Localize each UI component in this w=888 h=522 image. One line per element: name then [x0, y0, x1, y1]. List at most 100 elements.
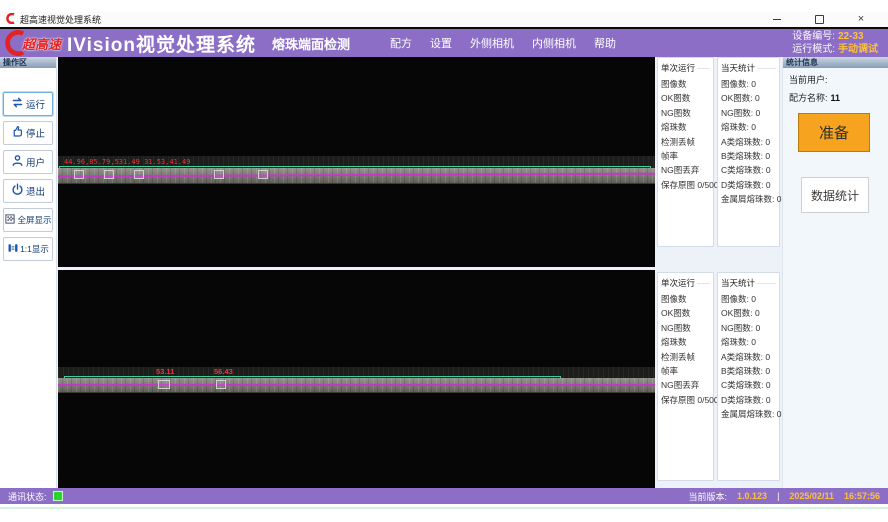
- detection-box: [214, 170, 224, 179]
- edge-trace-line: [58, 384, 655, 386]
- stat-row: OK图数: 0: [721, 306, 776, 320]
- stat-row: B类熔珠数: 0: [721, 364, 776, 378]
- stat-row: D类熔珠数: 0: [721, 393, 776, 407]
- user-icon: [11, 154, 24, 170]
- close-button[interactable]: ×: [854, 14, 868, 26]
- stat-row: NG图丢弃: [661, 163, 710, 177]
- menu-item[interactable]: 内侧相机: [532, 35, 576, 51]
- stat-row: 金属屑熔珠数: 0: [721, 407, 776, 421]
- menu-item[interactable]: 帮助: [594, 35, 616, 51]
- stat-row: 熔珠数: 0: [721, 335, 776, 349]
- recipe-name-value: 11: [831, 93, 841, 103]
- stat-row: 帧率: [661, 364, 710, 378]
- stat-row: 检测丢帧: [661, 135, 710, 149]
- stat-row: NG图数: 0: [721, 321, 776, 335]
- run-mode-value: 手动调试: [838, 44, 878, 55]
- daily-stats-rows: 图像数: 0OK图数: 0NG图数: 0熔珠数: 0A类熔珠数: 0B类熔珠数:…: [721, 292, 776, 422]
- measurement-value: 56.43: [214, 367, 233, 376]
- user-button-label: 用户: [26, 155, 45, 169]
- detection-box: [134, 170, 144, 179]
- stat-row: D类熔珠数: 0: [721, 178, 776, 192]
- stat-row: NG图数: [661, 106, 710, 120]
- operation-panel-title: 操作区: [0, 57, 56, 68]
- hand-stop-icon: [11, 125, 24, 141]
- fullscreen-button[interactable]: 全屏显示: [3, 208, 53, 232]
- stat-row: 图像数: [661, 77, 710, 91]
- device-number-value: 22-33: [838, 31, 864, 42]
- bottom-accent-line: [0, 507, 888, 509]
- comm-status-led: [53, 491, 63, 501]
- window-title: 超高速视觉处理系统: [20, 13, 101, 26]
- outer-camera-view: 44.96,85.79,531.49 31.53,41.49: [58, 57, 655, 267]
- status-bar: 通讯状态: 当前版本: 1.0.123 | 2025/02/11 16:57:5…: [0, 488, 888, 504]
- stat-row: 帧率: [661, 149, 710, 163]
- minimize-button[interactable]: [770, 14, 784, 26]
- single-run-rows: 图像数OK图数NG图数熔珠数检测丢帧帧率NG图丢弃保存原图 0/500: [661, 292, 710, 407]
- stop-button[interactable]: 停止: [3, 121, 53, 145]
- daily-stats-card: 当天统计 图像数: 0OK图数: 0NG图数: 0熔珠数: 0A类熔珠数: 0B…: [717, 57, 780, 247]
- run-mode-label: 运行模式:: [792, 44, 835, 55]
- detection-box: [258, 170, 268, 179]
- run-cycle-icon: [11, 96, 24, 112]
- one-to-one-button-label: 1:1显示: [20, 243, 49, 255]
- one-to-one-button[interactable]: 1:1显示: [3, 237, 53, 261]
- current-user-row: 当前用户:: [789, 73, 888, 86]
- window-titlebar: 超高速视觉处理系统 ×: [0, 12, 888, 27]
- separator: |: [777, 491, 779, 501]
- version-value: 1.0.123: [737, 491, 767, 501]
- data-statistics-button[interactable]: 数据统计: [801, 177, 869, 213]
- stat-row: OK图数: 0: [721, 91, 776, 105]
- run-button-label: 运行: [26, 97, 45, 111]
- stat-row: 保存原图 0/500: [661, 393, 710, 407]
- stat-row: C类熔珠数: 0: [721, 378, 776, 392]
- single-run-rows: 图像数OK图数NG图数熔珠数检测丢帧帧率NG图丢弃保存原图 0/500: [661, 77, 710, 192]
- stat-row: 检测丢帧: [661, 350, 710, 364]
- stat-row: B类熔珠数: 0: [721, 149, 776, 163]
- fullscreen-button-label: 全屏显示: [17, 214, 51, 226]
- version-info: 当前版本: 1.0.123 | 2025/02/11 16:57:56: [689, 490, 880, 503]
- statistics-columns: 单次运行 图像数OK图数NG图数熔珠数检测丢帧帧率NG图丢弃保存原图 0/500…: [656, 57, 781, 488]
- info-panel-title: 统计信息: [783, 57, 888, 68]
- stat-row: OK图数: [661, 306, 710, 320]
- stats-group-inner: 单次运行 图像数OK图数NG图数熔珠数检测丢帧帧率NG图丢弃保存原图 0/500…: [656, 272, 781, 488]
- comm-status-label: 通讯状态:: [8, 490, 47, 503]
- detection-box: [104, 170, 114, 179]
- camera-viewports: 44.96,85.79,531.49 31.53,41.49: [58, 57, 655, 488]
- stat-row: 图像数: [661, 292, 710, 306]
- detection-box: [216, 380, 226, 389]
- measurement-annotation: 44.96,85.79,531.49 31.53,41.49: [64, 158, 190, 166]
- measurement-value: 53.11: [156, 367, 174, 376]
- info-panel: 统计信息 当前用户: 配方名称:11 准备 数据统计: [782, 57, 888, 488]
- app-header: 超高速 IVision视觉处理系统 熔珠端面检测 配方设置外侧相机内侧相机帮助 …: [0, 27, 888, 57]
- stat-row: 熔珠数: 0: [721, 120, 776, 134]
- menu-item[interactable]: 配方: [390, 35, 412, 51]
- daily-stats-title: 当天统计: [721, 275, 776, 292]
- single-run-card: 单次运行 图像数OK图数NG图数熔珠数检测丢帧帧率NG图丢弃保存原图 0/500: [657, 272, 714, 481]
- brand-logo: 超高速: [3, 30, 61, 56]
- run-button[interactable]: 运行: [3, 92, 53, 116]
- maximize-button[interactable]: [812, 14, 826, 26]
- device-info: 设备编号:22-33 运行模式:手动调试: [792, 30, 878, 56]
- brand-logo-text: 超高速: [22, 34, 61, 53]
- stat-row: 图像数: 0: [721, 292, 776, 306]
- user-button[interactable]: 用户: [3, 150, 53, 174]
- exit-button-label: 退出: [26, 184, 45, 198]
- stat-row: 保存原图 0/500: [661, 178, 710, 192]
- detection-box: [158, 380, 170, 389]
- window-controls: ×: [770, 14, 868, 26]
- app-window: 超高速视觉处理系统 × 超高速 IVision视觉处理系统 熔珠端面检测 配方设…: [0, 0, 888, 522]
- app-title: IVision视觉处理系统: [67, 30, 256, 57]
- daily-stats-title: 当天统计: [721, 60, 776, 77]
- detection-box: [74, 170, 84, 179]
- inner-camera-view: 53.11 56.43: [58, 270, 655, 488]
- single-run-card: 单次运行 图像数OK图数NG图数熔珠数检测丢帧帧率NG图丢弃保存原图 0/500: [657, 57, 714, 247]
- recipe-name-label: 配方名称:: [789, 93, 828, 103]
- menu-item[interactable]: 设置: [430, 35, 452, 51]
- stats-group-outer: 单次运行 图像数OK图数NG图数熔珠数检测丢帧帧率NG图丢弃保存原图 0/500…: [656, 57, 781, 262]
- exit-button[interactable]: 退出: [3, 179, 53, 203]
- stop-button-label: 停止: [26, 126, 45, 140]
- prepare-button[interactable]: 准备: [798, 113, 870, 152]
- menu-item[interactable]: 外侧相机: [470, 35, 514, 51]
- stat-row: 图像数: 0: [721, 77, 776, 91]
- version-label: 当前版本:: [689, 490, 728, 503]
